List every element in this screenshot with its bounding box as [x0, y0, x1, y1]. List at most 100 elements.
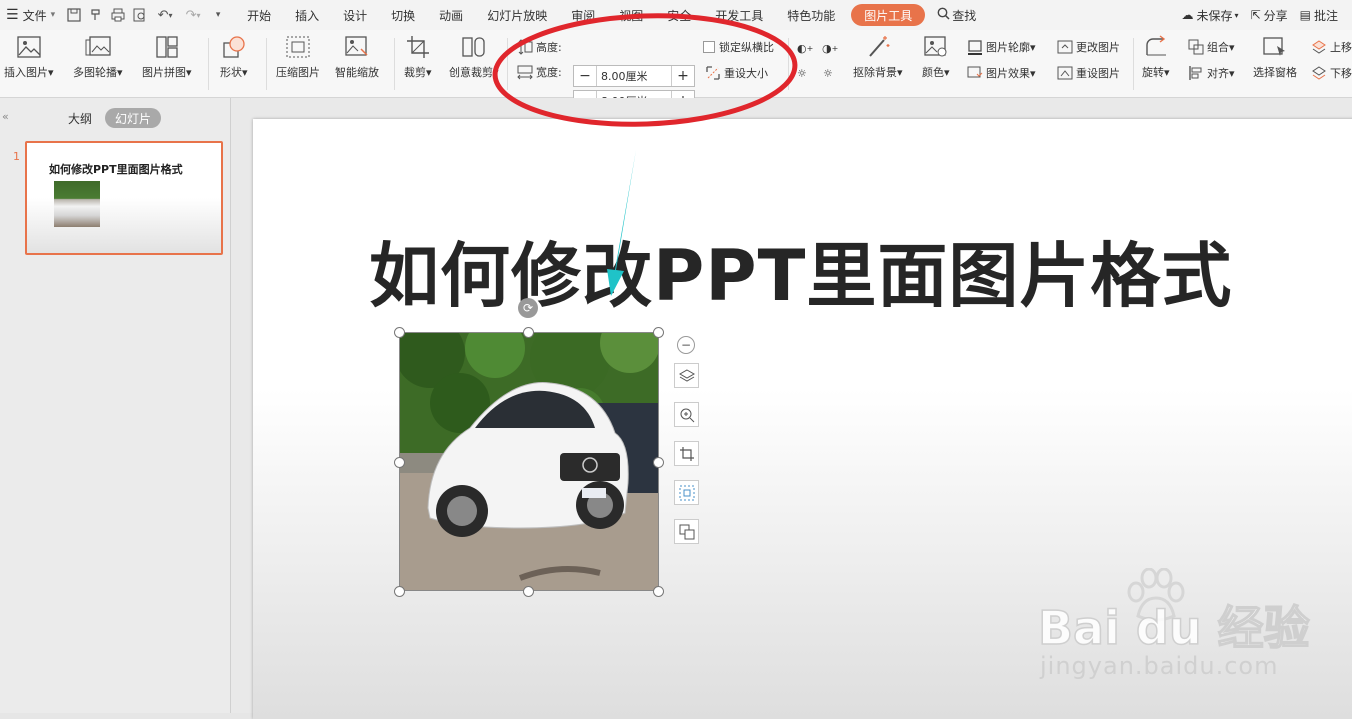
rotate-button[interactable]: 旋转▾ [1142, 34, 1170, 80]
search-icon [937, 7, 950, 23]
resize-handle-bottom-right[interactable] [653, 586, 664, 597]
crop-icon [405, 34, 431, 60]
tab-home[interactable]: 开始 [235, 0, 283, 30]
comment-button[interactable]: ▤ 批注 [1294, 0, 1352, 30]
resize-handle-top[interactable] [523, 327, 534, 338]
tab-transition[interactable]: 切换 [379, 0, 427, 30]
group-icon [1188, 39, 1204, 55]
slide-title[interactable]: 如何修改PPT里面图片格式 [369, 220, 1239, 321]
layers-icon[interactable] [674, 363, 699, 388]
tab-design[interactable]: 设计 [331, 0, 379, 30]
multi-carousel-button[interactable]: 多图轮播▾ [73, 34, 123, 80]
reset-size-button[interactable]: 重设大小 [705, 62, 768, 84]
bring-forward-label: 上移 [1330, 41, 1352, 54]
height-increase-button[interactable]: + [672, 66, 694, 86]
crop-button[interactable]: 裁剪▾ [404, 34, 432, 80]
rotate-handle-icon[interactable]: ⟳ [518, 298, 538, 318]
tab-insert[interactable]: 插入 [283, 0, 331, 30]
effect-icon [967, 65, 983, 81]
brightness-up-icon[interactable]: ◐ + [797, 37, 813, 59]
insert-picture-label: 插入图片 [4, 66, 48, 79]
picture-collage-button[interactable]: 图片拼图▾ [142, 34, 192, 80]
selection-pane-icon [1262, 34, 1288, 60]
picture-outline-label: 图片轮廓 [986, 41, 1030, 54]
resize-handle-top-right[interactable] [653, 327, 664, 338]
tab-slides[interactable]: 幻灯片 [105, 108, 162, 128]
undo-icon[interactable]: ↶ ▾ [151, 0, 179, 30]
compress-picture-button[interactable]: 压缩图片 [276, 34, 320, 80]
selected-picture[interactable] [399, 332, 659, 591]
height-input[interactable]: 8.00厘米 [596, 66, 672, 86]
smart-zoom-button[interactable]: 智能缩放 [335, 34, 379, 80]
tab-picture-tools[interactable]: 图片工具 [851, 4, 926, 26]
crop-tool-icon[interactable] [674, 441, 699, 466]
save-icon[interactable] [63, 0, 85, 30]
contrast-up-icon[interactable]: ◑ + [822, 37, 838, 59]
tab-developer[interactable]: 开发工具 [703, 0, 775, 30]
tab-slideshow[interactable]: 幻灯片放映 [475, 0, 559, 30]
bring-forward-button[interactable]: 上移 [1311, 36, 1352, 58]
outline-icon [967, 39, 983, 55]
change-picture-label: 更改图片 [1076, 41, 1120, 54]
rotate-label: 旋转 [1142, 66, 1164, 79]
collapse-tools-icon[interactable]: − [677, 336, 695, 354]
compress-picture-label: 压缩图片 [276, 66, 320, 79]
resize-handle-right[interactable] [653, 457, 664, 468]
tab-security[interactable]: 安全 [655, 0, 703, 30]
picture-effect-button[interactable]: 图片效果 ▾ [967, 62, 1036, 84]
color-button[interactable]: 颜色▾ [922, 34, 950, 80]
tab-outline[interactable]: 大纲 [68, 110, 92, 127]
group-button[interactable]: 组合 ▾ [1188, 36, 1235, 58]
slide-number: 1 [13, 150, 20, 163]
tab-view[interactable]: 视图 [607, 0, 655, 30]
tab-review[interactable]: 审阅 [559, 0, 607, 30]
format-painter-icon[interactable] [85, 0, 107, 30]
magic-wand-icon [865, 34, 891, 60]
send-backward-button[interactable]: 下移 [1311, 62, 1352, 84]
picture-color-icon [923, 34, 949, 60]
reset-picture-icon [1057, 65, 1073, 81]
print-icon[interactable] [107, 0, 129, 30]
share-button[interactable]: ⇱ 分享 [1245, 0, 1294, 30]
picture-effect-label: 图片效果 [986, 67, 1030, 80]
tab-animation[interactable]: 动画 [427, 0, 475, 30]
smart-zoom-icon [344, 34, 370, 60]
zoom-in-icon[interactable] [674, 402, 699, 427]
redo-icon[interactable]: ↷ ▾ [179, 0, 207, 30]
smart-zoom-label: 智能缩放 [335, 66, 379, 79]
thumbnail-title: 如何修改PPT里面图片格式 [49, 163, 183, 176]
remove-background-button[interactable]: 抠除背景▾ [853, 34, 903, 80]
tab-special[interactable]: 特色功能 [775, 0, 847, 30]
collapse-panel-icon[interactable]: « [2, 110, 9, 123]
resize-handle-left[interactable] [394, 457, 405, 468]
brightness-down-icon[interactable]: ☼ [797, 62, 807, 84]
reset-picture-button[interactable]: 重设图片 [1057, 62, 1120, 84]
lock-ratio-checkbox[interactable]: 锁定纵横比 [703, 36, 774, 58]
share-label: 分享 [1263, 8, 1288, 23]
picture-outline-button[interactable]: 图片轮廓 ▾ [967, 36, 1036, 58]
search-button[interactable]: 查找 [929, 0, 984, 30]
resize-handle-bottom[interactable] [523, 586, 534, 597]
chevron-down-icon: ▾ [1234, 10, 1239, 20]
picture-icon [16, 34, 42, 60]
thumbnail-picture [54, 181, 100, 227]
change-picture-button[interactable]: 更改图片 [1057, 36, 1120, 58]
color-label: 颜色 [922, 66, 944, 79]
unsaved-button[interactable]: ☁ 未保存 ▾ [1176, 0, 1245, 30]
resize-handle-top-left[interactable] [394, 327, 405, 338]
selection-pane-button[interactable]: 选择窗格 [1253, 34, 1297, 80]
align-button[interactable]: 对齐 ▾ [1188, 62, 1235, 84]
replace-picture-icon[interactable] [674, 519, 699, 544]
creative-crop-button[interactable]: 创意裁剪▾ [449, 34, 499, 80]
insert-picture-button[interactable]: 插入图片▾ [4, 34, 54, 80]
slide-panel: « 大纲 幻灯片 1 如何修改PPT里面图片格式 [0, 98, 231, 713]
height-decrease-button[interactable]: − [574, 66, 596, 86]
slide-thumbnail[interactable]: 如何修改PPT里面图片格式 [25, 141, 223, 255]
contrast-down-icon[interactable]: ☼ [823, 62, 833, 84]
smart-resize-icon[interactable] [674, 480, 699, 505]
shape-button[interactable]: 形状▾ [220, 34, 248, 80]
print-preview-icon[interactable] [129, 0, 151, 30]
customize-icon[interactable]: ▾ [207, 0, 229, 30]
resize-handle-bottom-left[interactable] [394, 586, 405, 597]
file-menu[interactable]: ☰ 文件 ▾ [0, 0, 63, 30]
